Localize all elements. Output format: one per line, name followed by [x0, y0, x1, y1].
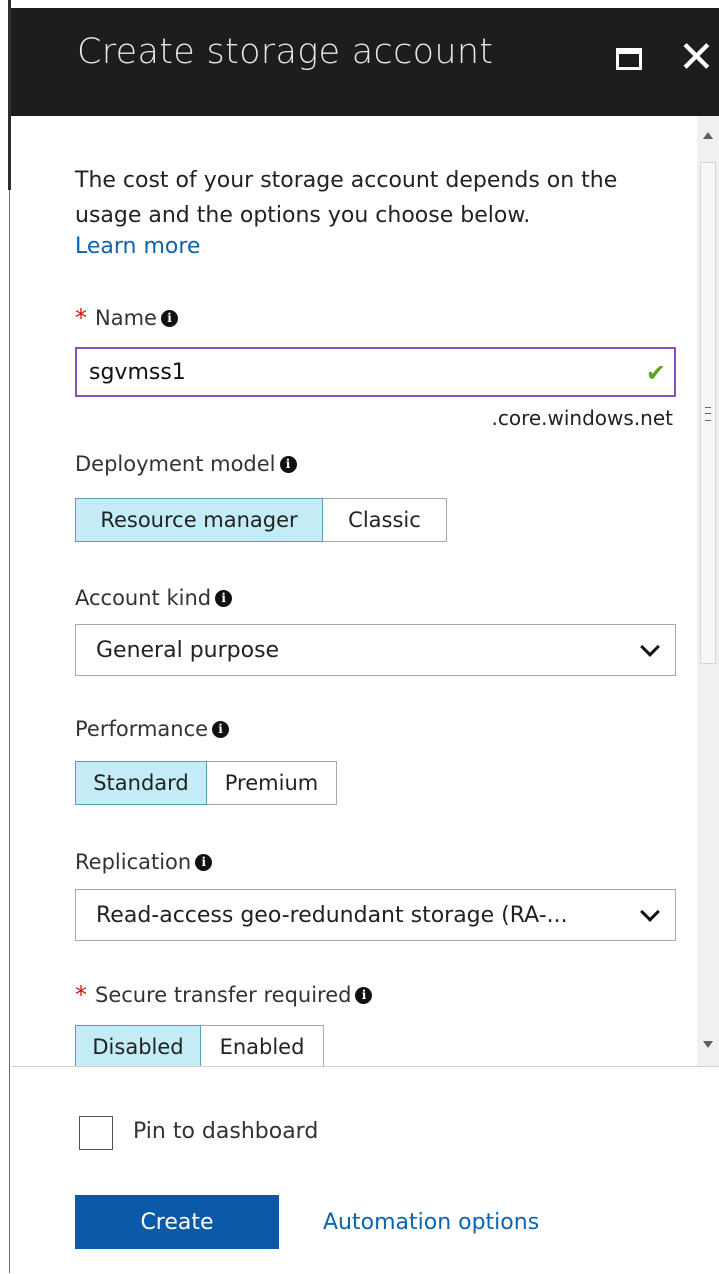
- deployment-model-label: Deployment model: [75, 452, 276, 476]
- left-edge-line: [9, 190, 10, 1273]
- info-icon[interactable]: i: [355, 986, 373, 1004]
- performance-toggle: Standard Premium: [75, 761, 337, 805]
- blade-header: Create storage account ✕: [11, 8, 719, 116]
- replication-label: Replication: [75, 850, 192, 874]
- secure-transfer-label-row: * Secure transfer required i: [75, 981, 373, 1009]
- deployment-model-label-row: Deployment model i: [75, 452, 297, 476]
- secure-transfer-option-enabled[interactable]: Enabled: [200, 1025, 324, 1066]
- required-marker: *: [75, 981, 87, 1009]
- info-icon[interactable]: i: [212, 720, 230, 738]
- info-icon[interactable]: i: [195, 853, 213, 871]
- performance-label-row: Performance i: [75, 717, 230, 741]
- name-domain-suffix: .core.windows.net: [491, 406, 673, 430]
- blade-content: The cost of your storage account depends…: [11, 116, 697, 1066]
- scroll-grip-icon: [705, 407, 711, 421]
- replication-dropdown[interactable]: Read-access geo-redundant storage (RA-..…: [75, 889, 676, 941]
- name-input-value: sgvmss1: [89, 359, 186, 385]
- scroll-up-arrow-icon[interactable]: [703, 132, 713, 139]
- vertical-scrollbar[interactable]: [697, 116, 719, 1066]
- secure-transfer-option-disabled[interactable]: Disabled: [75, 1025, 201, 1066]
- name-label-row: * Name i: [75, 306, 178, 330]
- scrollbar-thumb[interactable]: [700, 162, 716, 664]
- intro-description: The cost of your storage account depends…: [75, 168, 618, 228]
- account-kind-label-row: Account kind i: [75, 586, 233, 610]
- chevron-down-icon: [640, 637, 660, 657]
- left-edge: [0, 0, 11, 1273]
- performance-option-premium[interactable]: Premium: [206, 761, 337, 805]
- performance-label: Performance: [75, 717, 209, 741]
- required-marker: *: [75, 304, 87, 332]
- scroll-down-arrow-icon[interactable]: [703, 1041, 713, 1048]
- secure-transfer-toggle: Disabled Enabled: [75, 1025, 324, 1066]
- account-kind-dropdown[interactable]: General purpose: [75, 624, 676, 676]
- secure-transfer-label: Secure transfer required: [95, 983, 352, 1007]
- replication-value: Read-access geo-redundant storage (RA-..…: [96, 902, 568, 928]
- name-label: Name: [95, 306, 157, 330]
- replication-label-row: Replication i: [75, 850, 213, 874]
- deployment-option-classic[interactable]: Classic: [322, 498, 447, 542]
- maximize-icon[interactable]: [616, 48, 642, 70]
- name-input[interactable]: sgvmss1 ✔: [75, 347, 676, 397]
- chevron-down-icon: [640, 902, 660, 922]
- deployment-option-resource-manager[interactable]: Resource manager: [75, 498, 323, 542]
- info-icon[interactable]: i: [279, 455, 297, 473]
- account-kind-label: Account kind: [75, 586, 212, 610]
- automation-options-link[interactable]: Automation options: [323, 1210, 539, 1235]
- close-icon[interactable]: ✕: [678, 34, 715, 82]
- blade-title: Create storage account: [77, 32, 494, 72]
- blade-footer: Pin to dashboard Create Automation optio…: [11, 1066, 719, 1274]
- pin-to-dashboard-label[interactable]: Pin to dashboard: [133, 1119, 318, 1144]
- info-icon[interactable]: i: [160, 309, 178, 327]
- performance-option-standard[interactable]: Standard: [75, 761, 207, 805]
- checkmark-icon: ✔: [645, 359, 666, 387]
- deployment-model-toggle: Resource manager Classic: [75, 498, 447, 542]
- info-icon[interactable]: i: [215, 589, 233, 607]
- pin-to-dashboard-checkbox[interactable]: [79, 1116, 113, 1150]
- create-button[interactable]: Create: [75, 1195, 279, 1249]
- account-kind-value: General purpose: [96, 637, 280, 663]
- learn-more-link[interactable]: Learn more: [75, 234, 200, 259]
